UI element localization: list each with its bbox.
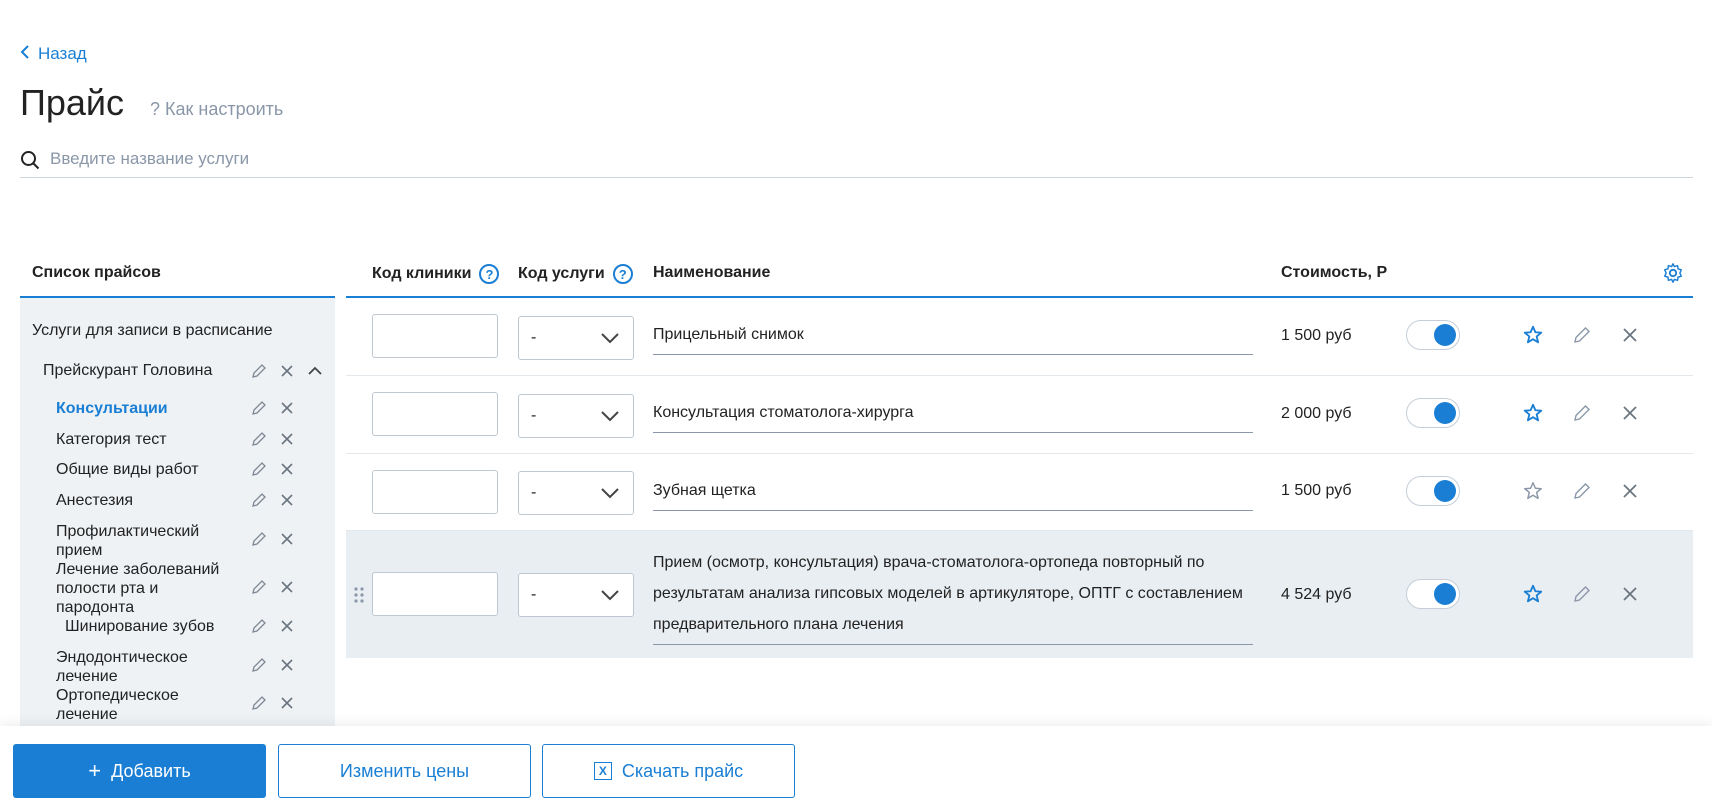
service-name-field[interactable]: Прием (осмотр, консультация) врача-стома… [653,547,1253,645]
sidebar-category-anesthesia[interactable]: Анестезия [56,492,133,510]
close-icon[interactable] [278,460,296,478]
clinic-code-input[interactable] [372,470,498,514]
enabled-toggle[interactable] [1406,579,1460,609]
close-icon[interactable] [278,399,296,417]
service-name-field[interactable]: Консультация стоматолога-хирурга [653,404,1253,433]
search-icon [20,144,40,175]
chevron-left-icon [20,44,30,64]
service-code-select[interactable]: - [518,316,634,360]
page-title: Прайс [20,82,125,123]
edit-icon[interactable] [1571,583,1593,605]
star-outline-icon[interactable] [1522,480,1544,502]
drag-handle-icon[interactable] [352,585,366,605]
close-icon[interactable] [278,362,296,380]
sidebar-pricelist-item[interactable]: Прейскурант Головина [43,362,212,380]
edit-icon[interactable] [250,694,268,712]
edit-icon[interactable] [1571,324,1593,346]
chevron-down-icon [601,333,619,344]
search-bar [20,144,1693,178]
close-icon[interactable] [278,656,296,674]
clinic-code-input[interactable] [372,392,498,436]
enabled-toggle[interactable] [1406,476,1460,506]
close-icon[interactable] [278,491,296,509]
table-header: Код клиники ? Код услуги ? Наименование … [346,250,1693,298]
chevron-up-icon[interactable] [306,362,324,380]
service-code-select[interactable]: - [518,394,634,438]
sidebar-category-prophylactic[interactable]: Профилактический прием [56,522,216,560]
sidebar-category-periodontal[interactable]: Лечение заболеваний полости рта и пародо… [56,560,231,617]
header-service-code: Код услуги ? [518,264,633,284]
pricelists-title: Список прайсов [32,264,161,281]
gear-icon[interactable] [1662,262,1684,284]
close-icon[interactable] [278,430,296,448]
pricelists-header: Список прайсов [20,250,335,298]
edit-icon[interactable] [250,430,268,448]
add-button[interactable]: + Добавить [13,744,266,798]
edit-icon[interactable] [250,491,268,509]
help-icon[interactable]: ? [612,264,633,284]
star-icon[interactable] [1522,583,1544,605]
star-icon[interactable] [1522,324,1544,346]
service-price: 2 000 руб [1281,405,1352,422]
chevron-down-icon [601,411,619,422]
table-row: - Консультация стоматолога-хирурга 2 000… [346,376,1693,454]
sidebar-category-splinting[interactable]: Шинирование зубов [65,618,214,636]
howto-link[interactable]: ? Как настроить [150,99,283,120]
clinic-code-input[interactable] [372,314,498,358]
chevron-down-icon [601,488,619,499]
edit-icon[interactable] [250,362,268,380]
service-price: 1 500 руб [1281,327,1352,344]
close-icon[interactable] [278,578,296,596]
sidebar-category-orthopedic[interactable]: Ортопедическое лечение [56,686,216,724]
close-icon[interactable] [278,617,296,635]
service-code-select[interactable]: - [518,471,634,515]
table-row: - Прицельный снимок 1 500 руб [346,298,1693,376]
sidebar-root-item[interactable]: Услуги для записи в расписание [32,322,273,340]
edit-icon[interactable] [1571,402,1593,424]
sidebar-category-test[interactable]: Категория тест [56,431,167,449]
header-clinic-code: Код клиники ? [372,264,500,284]
chevron-down-icon [601,590,619,601]
table-row: - Прием (осмотр, консультация) врача-сто… [346,531,1693,658]
sidebar-category-endodontic[interactable]: Эндодонтическое лечение [56,648,216,686]
change-prices-button[interactable]: Изменить цены [278,744,531,798]
clinic-code-input[interactable] [372,572,498,616]
sidebar-category-general[interactable]: Общие виды работ [56,461,199,479]
close-icon[interactable] [278,694,296,712]
service-price: 4 524 руб [1281,586,1352,603]
edit-icon[interactable] [250,530,268,548]
download-pricelist-button[interactable]: X Скачать прайс [542,744,795,798]
excel-icon: X [593,762,612,780]
service-name-field[interactable]: Прицельный снимок [653,326,1253,355]
enabled-toggle[interactable] [1406,398,1460,428]
star-icon[interactable] [1522,402,1544,424]
close-icon[interactable] [1619,402,1641,424]
close-icon[interactable] [1619,480,1641,502]
close-icon[interactable] [278,530,296,548]
service-code-select[interactable]: - [518,573,634,617]
header-name: Наименование [653,264,771,281]
edit-icon[interactable] [250,656,268,674]
service-name-field[interactable]: Зубная щетка [653,482,1253,511]
close-icon[interactable] [1619,583,1641,605]
help-icon[interactable]: ? [479,264,500,284]
edit-icon[interactable] [250,460,268,478]
edit-icon[interactable] [250,399,268,417]
edit-icon[interactable] [1571,480,1593,502]
table-row: - Зубная щетка 1 500 руб [346,454,1693,531]
back-link[interactable]: Назад [20,44,87,64]
sidebar-category-consultations[interactable]: Консультации [56,400,168,418]
pricelists-panel: Услуги для записи в расписание Прейскура… [20,298,335,726]
close-icon[interactable] [1619,324,1641,346]
search-input[interactable] [48,148,1652,170]
edit-icon[interactable] [250,578,268,596]
header-price: Стоимость, Р [1281,264,1388,281]
service-price: 1 500 руб [1281,482,1352,499]
edit-icon[interactable] [250,617,268,635]
enabled-toggle[interactable] [1406,320,1460,350]
plus-icon: + [88,758,102,783]
back-label: Назад [38,44,87,63]
